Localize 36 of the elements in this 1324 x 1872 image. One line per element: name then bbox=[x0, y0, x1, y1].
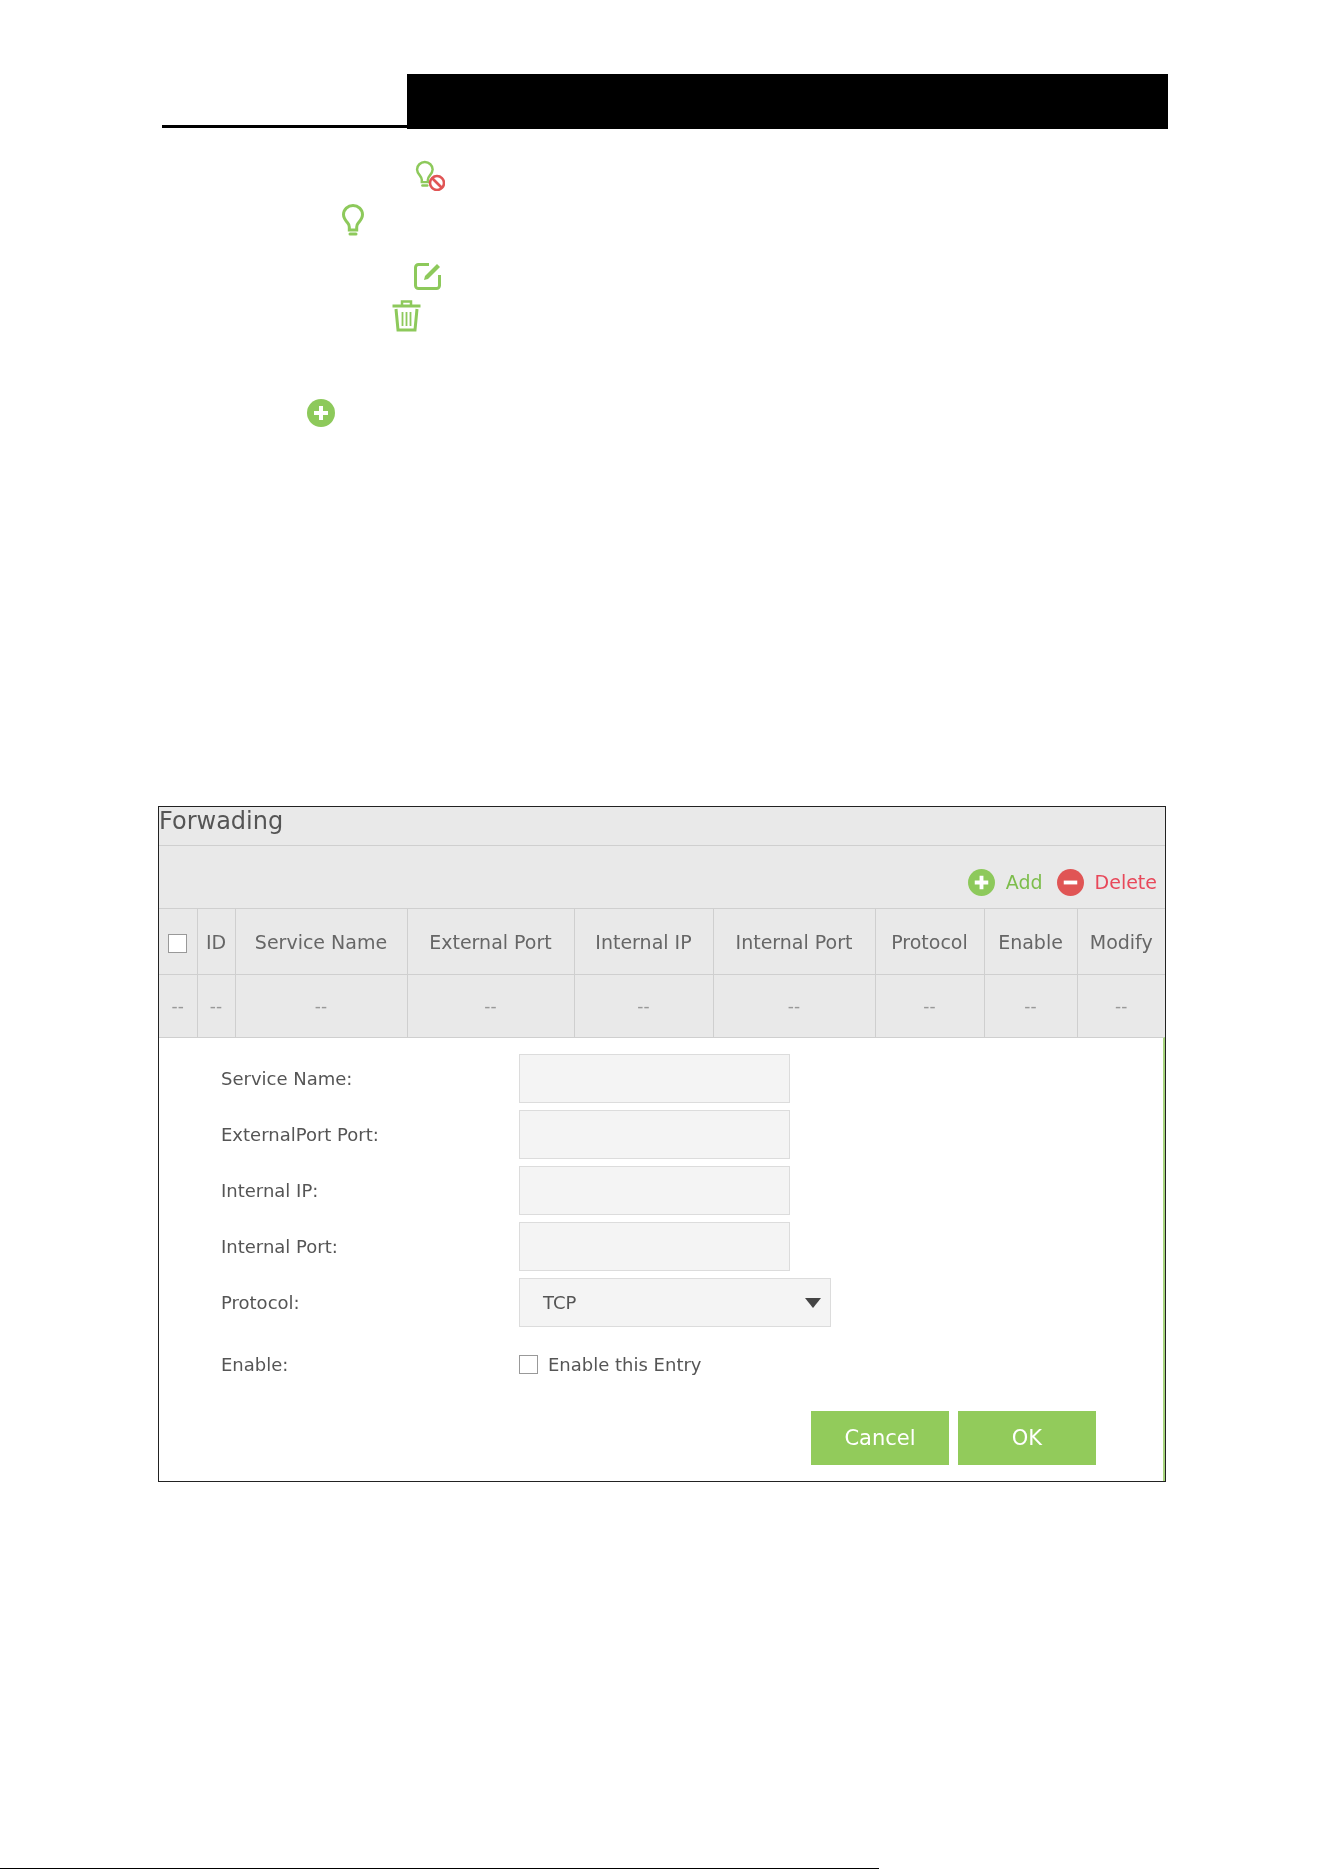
column-header: Service Name bbox=[254, 930, 388, 953]
column-header: Protocol bbox=[891, 930, 968, 953]
minus-icon bbox=[1056, 868, 1084, 896]
column-header: Internal IP bbox=[595, 930, 692, 953]
text-field[interactable] bbox=[519, 1054, 790, 1103]
column-header: ID bbox=[205, 930, 227, 953]
trash-icon bbox=[391, 300, 422, 332]
caret-icon bbox=[805, 1297, 821, 1308]
cancel-button[interactable]: Cancel bbox=[811, 1411, 949, 1465]
field-label: Internal IP: bbox=[221, 1180, 319, 1201]
checkbox-label: Enable this Entry bbox=[548, 1354, 702, 1375]
plus-icon bbox=[307, 399, 335, 427]
column-header: Internal Port bbox=[735, 930, 853, 953]
text-field[interactable] bbox=[519, 1166, 790, 1215]
protocol-select[interactable]: TCP bbox=[519, 1278, 831, 1327]
checkbox[interactable] bbox=[519, 1355, 538, 1374]
column-header: External Port bbox=[429, 930, 552, 953]
column-header: Enable bbox=[998, 930, 1063, 953]
blocked-lightbulb-icon bbox=[415, 160, 445, 191]
field-label: Enable: bbox=[221, 1354, 289, 1375]
field-label: ExternalPort Port: bbox=[221, 1124, 379, 1145]
plus-icon bbox=[967, 868, 995, 896]
table-cell: -- bbox=[1077, 974, 1165, 1037]
field-label: Internal Port: bbox=[221, 1236, 338, 1257]
panel-title: Forwading bbox=[159, 807, 284, 835]
edit-icon bbox=[413, 261, 442, 291]
field-label: Protocol: bbox=[221, 1292, 300, 1313]
text-field[interactable] bbox=[519, 1222, 790, 1271]
lightbulb-icon bbox=[341, 203, 365, 237]
checkbox[interactable] bbox=[168, 933, 188, 953]
add-button[interactable]: Add bbox=[967, 868, 1043, 896]
ok-button[interactable]: OK bbox=[958, 1411, 1096, 1465]
delete-button[interactable]: Delete bbox=[1056, 868, 1157, 896]
text-field[interactable] bbox=[519, 1110, 790, 1159]
column-header: Modify bbox=[1089, 930, 1153, 953]
field-label: Service Name: bbox=[221, 1068, 353, 1089]
